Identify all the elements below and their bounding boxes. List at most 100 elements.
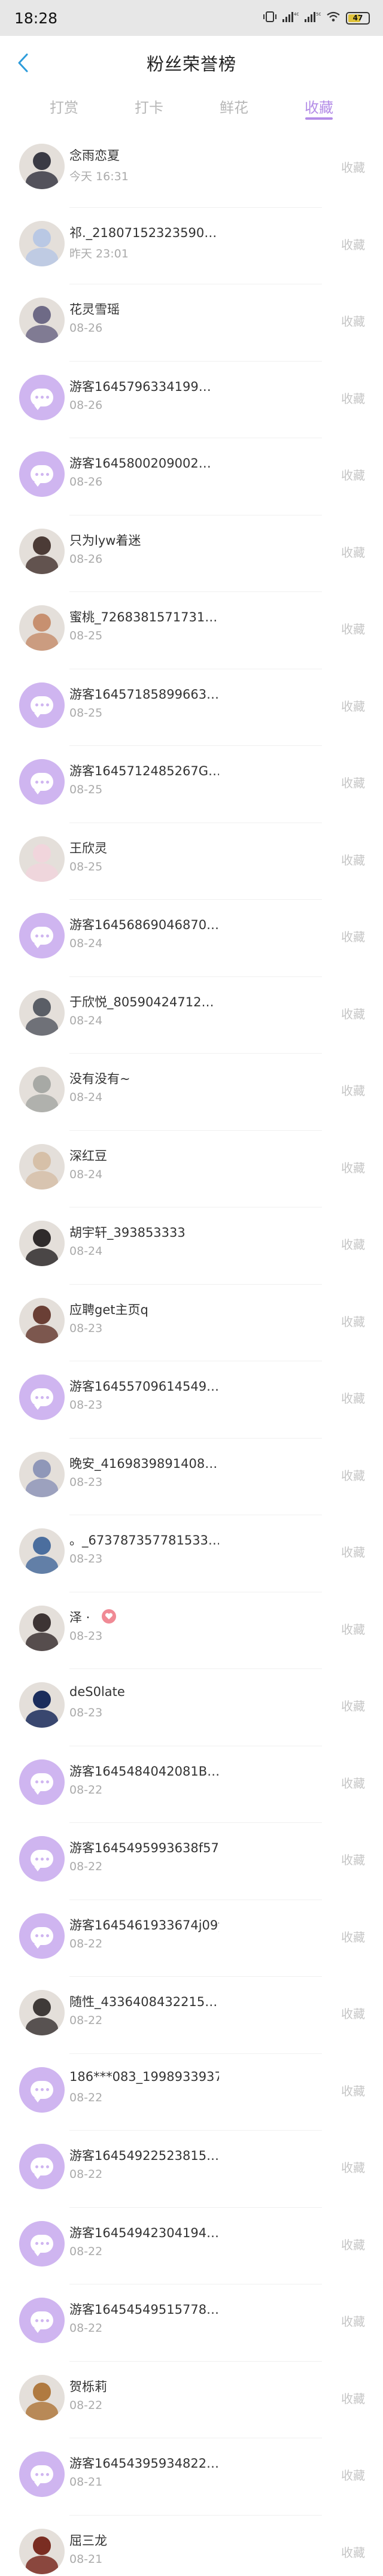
favorite-button[interactable]: 收藏 bbox=[329, 466, 365, 483]
avatar[interactable] bbox=[19, 528, 65, 574]
favorite-button[interactable]: 收藏 bbox=[329, 927, 365, 945]
favorite-button[interactable]: 收藏 bbox=[329, 1774, 365, 1791]
list-item[interactable]: 游客16454549515778… 08-22 收藏 bbox=[0, 2284, 383, 2362]
guest-avatar[interactable] bbox=[19, 682, 65, 728]
favorite-button[interactable]: 收藏 bbox=[329, 1312, 365, 1330]
favorite-button[interactable]: 收藏 bbox=[329, 1158, 365, 1176]
avatar[interactable] bbox=[19, 605, 65, 651]
list-item[interactable]: 游客1645796334199… 08-26 收藏 bbox=[0, 362, 383, 438]
list-item[interactable]: 贺栎莉 08-22 收藏 bbox=[0, 2362, 383, 2438]
avatar[interactable] bbox=[19, 298, 65, 343]
favorite-button[interactable]: 收藏 bbox=[329, 312, 365, 329]
guest-avatar[interactable] bbox=[19, 913, 65, 958]
guest-avatar[interactable] bbox=[19, 2220, 65, 2266]
avatar[interactable] bbox=[19, 1605, 65, 1651]
list-item[interactable]: 游客16457185899663… 08-25 收藏 bbox=[0, 669, 383, 746]
favorite-button[interactable]: 收藏 bbox=[329, 773, 365, 791]
guest-avatar[interactable] bbox=[19, 2067, 65, 2113]
tab-tip[interactable]: 打赏 bbox=[31, 90, 97, 125]
avatar[interactable] bbox=[19, 990, 65, 1036]
list-item[interactable]: 晚安_4169839891408… 08-23 收藏 bbox=[0, 1439, 383, 1515]
list-item[interactable]: 随性_4336408432215… 08-22 收藏 bbox=[0, 1977, 383, 2054]
avatar[interactable] bbox=[19, 220, 65, 266]
favorite-button[interactable]: 收藏 bbox=[329, 620, 365, 637]
list-item[interactable]: 游客16454922523815… 08-22 收藏 bbox=[0, 2131, 383, 2208]
favorite-button[interactable]: 收藏 bbox=[329, 2312, 365, 2329]
avatar[interactable] bbox=[19, 1221, 65, 1266]
favorite-button[interactable]: 收藏 bbox=[329, 1081, 365, 1099]
avatar[interactable] bbox=[19, 144, 65, 189]
list-item[interactable]: 游客1645712485267G… 08-25 收藏 bbox=[0, 746, 383, 823]
favorite-button[interactable]: 收藏 bbox=[329, 1005, 365, 1022]
favorite-button[interactable]: 收藏 bbox=[329, 2082, 365, 2099]
list-item[interactable]: 祁._21807152323590… 昨天 23:01 收藏 bbox=[0, 208, 383, 284]
avatar[interactable] bbox=[19, 1682, 65, 1728]
favorite-button[interactable]: 收藏 bbox=[329, 235, 365, 253]
list-item[interactable]: 游客16455709614549… 08-23 收藏 bbox=[0, 1361, 383, 1439]
list-item[interactable]: 花灵雪瑶 08-26 收藏 bbox=[0, 284, 383, 362]
list-item[interactable]: 游客16456869046870… 08-24 收藏 bbox=[0, 900, 383, 977]
avatar[interactable] bbox=[19, 1451, 65, 1497]
list-item[interactable]: 186***083_1998933937 08-22 收藏 bbox=[0, 2054, 383, 2131]
tab-flower[interactable]: 鲜花 bbox=[201, 90, 267, 125]
favorite-button[interactable]: 收藏 bbox=[329, 2158, 365, 2176]
list-item[interactable]: 没有没有~ 08-24 收藏 bbox=[0, 1054, 383, 1131]
avatar[interactable] bbox=[19, 1067, 65, 1112]
avatar[interactable] bbox=[19, 1990, 65, 2035]
favorite-button[interactable]: 收藏 bbox=[329, 2466, 365, 2483]
list-item[interactable]: 王欣灵 08-25 收藏 bbox=[0, 823, 383, 900]
list-item[interactable]: 游客16454395934822… 08-21 收藏 bbox=[0, 2438, 383, 2516]
favorite-button[interactable]: 收藏 bbox=[329, 2389, 365, 2407]
list-item[interactable]: 屈三龙 08-21 收藏 bbox=[0, 2516, 383, 2576]
guest-avatar[interactable] bbox=[19, 1759, 65, 1805]
favorite-button[interactable]: 收藏 bbox=[329, 2235, 365, 2253]
guest-avatar[interactable] bbox=[19, 1375, 65, 1420]
list-item[interactable]: 游客1645495993638f57t 08-22 收藏 bbox=[0, 1823, 383, 1900]
favorite-button[interactable]: 收藏 bbox=[329, 1928, 365, 1945]
favorite-button[interactable]: 收藏 bbox=[329, 2543, 365, 2560]
list-item[interactable]: 游客1645461933674j09y 08-22 收藏 bbox=[0, 1900, 383, 1977]
favorite-button[interactable]: 收藏 bbox=[329, 1697, 365, 1714]
guest-avatar[interactable] bbox=[19, 2144, 65, 2189]
favorite-button[interactable]: 收藏 bbox=[329, 697, 365, 714]
list-item[interactable]: 游客16454942304194… 08-22 收藏 bbox=[0, 2208, 383, 2284]
list-item[interactable]: 于欣悦_80590424712… 08-24 收藏 bbox=[0, 977, 383, 1054]
back-button[interactable] bbox=[10, 49, 37, 77]
favorite-button[interactable]: 收藏 bbox=[329, 1466, 365, 1483]
avatar[interactable] bbox=[19, 2528, 65, 2574]
favorite-button[interactable]: 收藏 bbox=[329, 2004, 365, 2022]
favorite-button[interactable]: 收藏 bbox=[329, 1620, 365, 1637]
guest-avatar[interactable] bbox=[19, 451, 65, 497]
favorite-button[interactable]: 收藏 bbox=[329, 1389, 365, 1406]
list-item[interactable]: 应聘get主页q 08-23 收藏 bbox=[0, 1285, 383, 1361]
avatar[interactable] bbox=[19, 1297, 65, 1343]
list-item[interactable]: 。_673787357781533… 08-23 收藏 bbox=[0, 1515, 383, 1592]
avatar[interactable] bbox=[19, 836, 65, 882]
favorite-button[interactable]: 收藏 bbox=[329, 1235, 365, 1252]
list-item[interactable]: deS0late 08-23 收藏 bbox=[0, 1669, 383, 1746]
tab-favorite[interactable]: 收藏 bbox=[286, 90, 352, 125]
list-item[interactable]: 深红豆 08-24 收藏 bbox=[0, 1131, 383, 1207]
favorite-button[interactable]: 收藏 bbox=[329, 543, 365, 560]
list-item[interactable]: 胡宇轩_393853333 08-24 收藏 bbox=[0, 1207, 383, 1285]
guest-avatar[interactable] bbox=[19, 759, 65, 805]
avatar[interactable] bbox=[19, 2374, 65, 2420]
favorite-button[interactable]: 收藏 bbox=[329, 1543, 365, 1560]
list-item[interactable]: 泽 · 08-23 收藏 bbox=[0, 1592, 383, 1669]
favorite-button[interactable]: 收藏 bbox=[329, 1850, 365, 1868]
favorite-button[interactable]: 收藏 bbox=[329, 158, 365, 175]
guest-avatar[interactable] bbox=[19, 2298, 65, 2343]
list-item[interactable]: 游客1645484042081B… 08-22 收藏 bbox=[0, 1746, 383, 1823]
list-item[interactable]: 只为lyw着迷 08-26 收藏 bbox=[0, 515, 383, 592]
tab-checkin[interactable]: 打卡 bbox=[116, 90, 182, 125]
avatar[interactable] bbox=[19, 1528, 65, 1574]
guest-avatar[interactable] bbox=[19, 1913, 65, 1959]
guest-avatar[interactable] bbox=[19, 1836, 65, 1882]
list-item[interactable]: 蜜桃_7268381571731… 08-25 收藏 bbox=[0, 592, 383, 669]
list-item[interactable]: 念雨恋夏 今天 16:31 收藏 bbox=[0, 131, 383, 208]
list-item[interactable]: 游客1645800209002… 08-26 收藏 bbox=[0, 438, 383, 515]
guest-avatar[interactable] bbox=[19, 2451, 65, 2497]
favorite-button[interactable]: 收藏 bbox=[329, 389, 365, 406]
favorite-button[interactable]: 收藏 bbox=[329, 851, 365, 868]
guest-avatar[interactable] bbox=[19, 374, 65, 420]
